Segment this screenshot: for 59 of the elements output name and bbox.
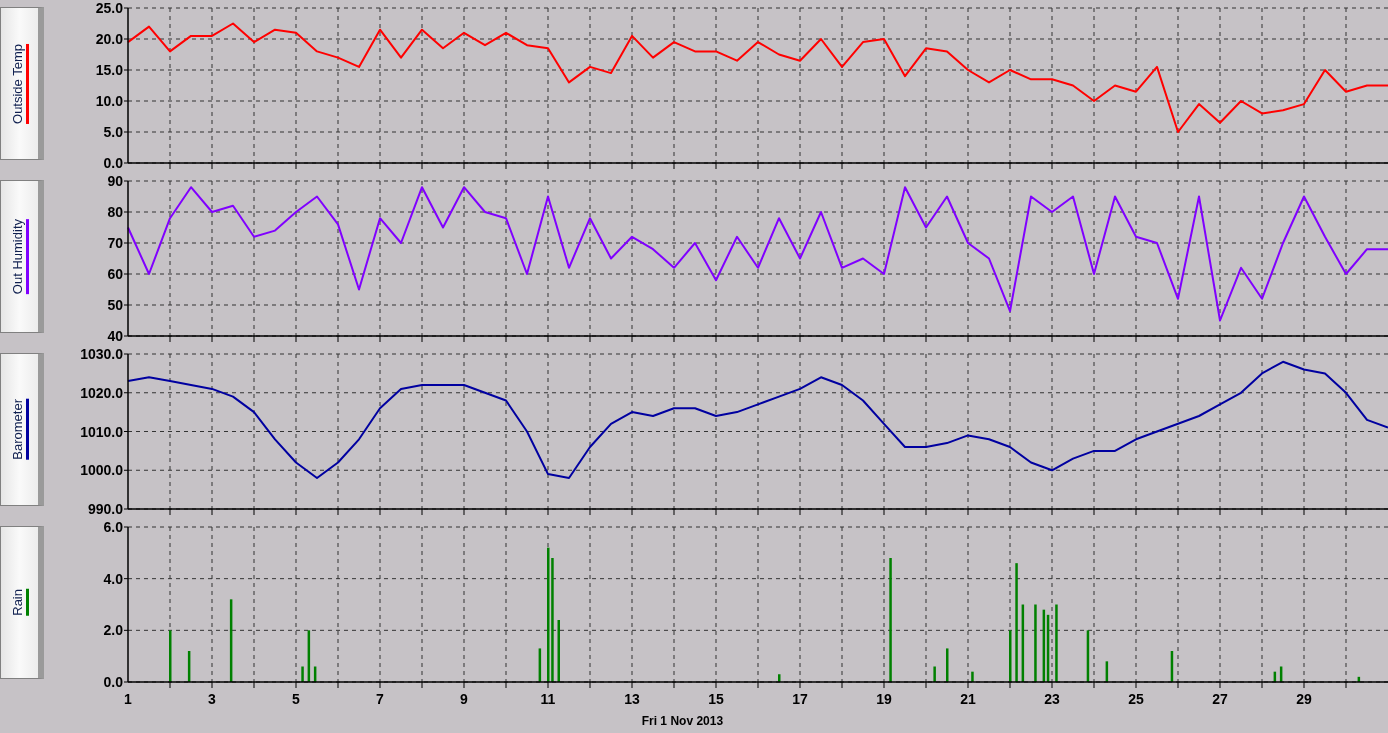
rain-bar (1357, 676, 1361, 682)
y-tick-label: 4.0 (103, 570, 123, 587)
x-tick-label: 27 (1212, 691, 1228, 707)
rain-bar (1273, 671, 1277, 682)
x-tick-label: 19 (876, 691, 892, 707)
y-tick-label: 0.0 (103, 155, 123, 171)
rain-bar (1279, 666, 1283, 682)
y-tick-label: 15.0 (95, 62, 123, 78)
y-tick-label: 990.0 (87, 501, 123, 517)
x-tick-label: 3 (208, 691, 216, 707)
x-tick-label: 15 (708, 691, 724, 707)
y-tick-label: 1010.0 (80, 423, 123, 440)
x-tick-label: 21 (960, 691, 976, 707)
x-tick-label: 25 (1128, 691, 1144, 707)
x-tick-label: 1 (124, 691, 132, 707)
rain-bar (169, 630, 172, 682)
x-tick-label: 17 (792, 691, 808, 707)
y-tick-label: 20.0 (95, 31, 123, 47)
y-tick-label: 70 (107, 235, 123, 251)
x-tick-label: 7 (376, 691, 384, 707)
y-tick-label: 40 (107, 328, 123, 344)
rain-bar (313, 666, 317, 682)
series-toggle-button[interactable]: Barometer (0, 353, 44, 506)
series-toggle-button[interactable]: Rain (0, 526, 44, 679)
rain-bar (307, 630, 311, 682)
rain-bar (971, 671, 974, 682)
y-tick-label: 80 (107, 204, 123, 220)
rain-bar (946, 648, 949, 682)
y-tick-label: 10.0 (95, 93, 123, 109)
rain-bar (778, 674, 781, 682)
y-tick-label: 90 (107, 173, 123, 189)
x-tick-label: 11 (540, 691, 556, 707)
y-tick-label: 25.0 (95, 0, 123, 16)
x-tick-label: 5 (292, 691, 300, 707)
x-tick-label: 13 (624, 691, 640, 707)
rain-bar (538, 648, 542, 682)
rain-bar (1170, 651, 1174, 682)
x-tick-label: 9 (460, 691, 468, 707)
rain-bar (1009, 630, 1012, 682)
rain-bar (1086, 630, 1090, 682)
y-tick-label: 60 (107, 266, 123, 282)
y-tick-label: 2.0 (103, 622, 123, 639)
x-axis-label: Fri 1 Nov 2013 (641, 714, 724, 728)
y-tick-label: 1020.0 (80, 384, 123, 401)
rain-bar (301, 666, 304, 682)
series-toggle-button[interactable]: Out Humidity (0, 180, 44, 333)
x-tick-label: 23 (1044, 691, 1060, 707)
rain-bar (933, 666, 936, 682)
rain-bar (187, 651, 191, 682)
y-tick-label: 5.0 (103, 124, 123, 140)
y-tick-label: 0.0 (103, 674, 123, 690)
x-tick-label: 29 (1296, 691, 1312, 707)
y-tick-label: 1000.0 (80, 462, 123, 479)
series-toggle-button[interactable]: Outside Temp (0, 7, 44, 160)
y-tick-label: 1030.0 (80, 346, 123, 362)
y-tick-label: 50 (107, 297, 123, 313)
rain-bar (557, 620, 560, 682)
y-tick-label: 6.0 (103, 519, 123, 535)
rain-bar (1105, 661, 1109, 682)
